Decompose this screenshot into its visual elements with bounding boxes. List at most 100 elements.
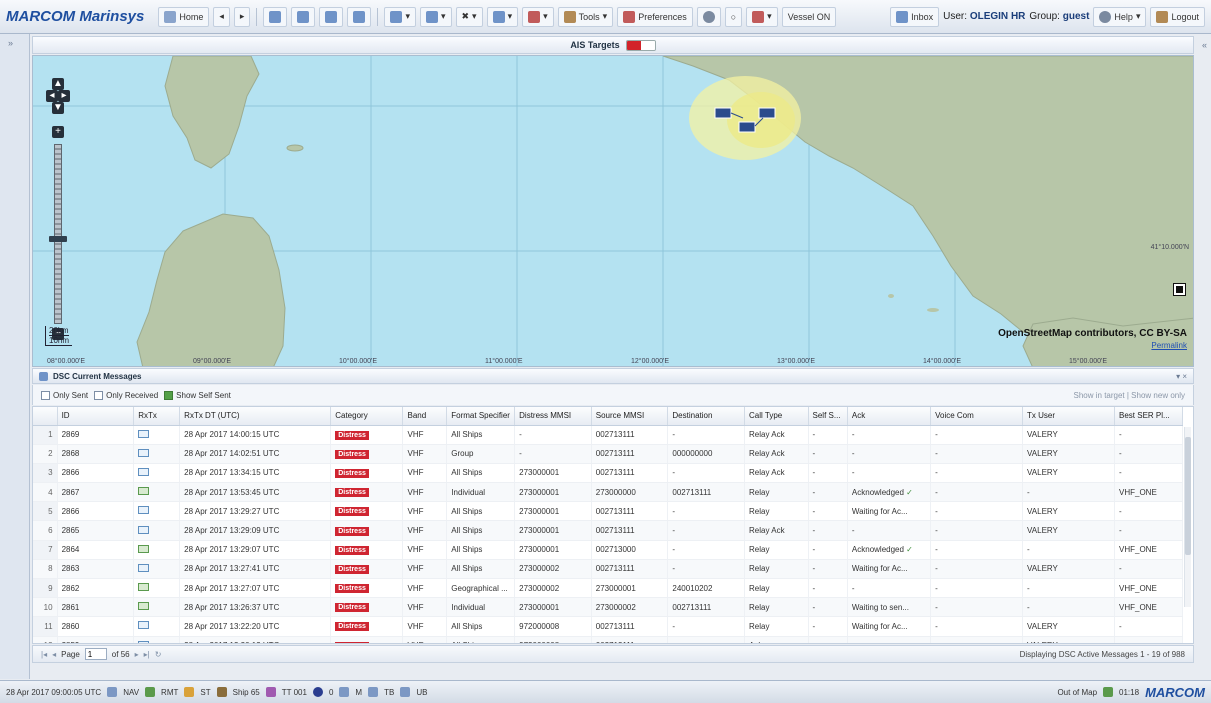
status-item[interactable]: Ship 65	[233, 688, 260, 697]
id-cell: 2861	[57, 597, 135, 618]
help-button[interactable]: Help ▾	[1093, 6, 1147, 27]
column-header[interactable]: Band	[402, 407, 448, 426]
zoom-slider-handle[interactable]	[49, 236, 67, 242]
table-row[interactable]: 2 2868 28 Apr 2017 14:02:51 UTC Distress VHF…	[33, 444, 1183, 464]
zoom-control: ▲ ◂ ▸ ▼ + −	[46, 78, 70, 348]
column-header[interactable]: RxTx DT (UTC)	[179, 407, 332, 426]
grid-icon	[297, 10, 310, 23]
grid-scrollbar-thumb[interactable]	[1185, 437, 1191, 555]
column-header[interactable]: Category	[330, 407, 404, 426]
logout-button[interactable]: Logout	[1150, 6, 1205, 27]
column-header[interactable]: RxTx	[133, 407, 181, 426]
table-row[interactable]: 122859 28 Apr 2017 13:20:13 UTCDistress VH…	[33, 636, 1183, 643]
show-self-sent-checkbox[interactable]: Show Self Sent	[164, 390, 231, 400]
pan-up-icon[interactable]: ▲	[52, 78, 64, 90]
status-item[interactable]: 0	[329, 688, 333, 697]
lon-label: 15°00.000'E	[1069, 358, 1108, 365]
pan-left-icon[interactable]: ◂	[46, 90, 58, 102]
status-item[interactable]: TB	[384, 688, 394, 697]
status-item[interactable]: ST	[200, 688, 210, 697]
table-row[interactable]: 10 2861 28 Apr 2017 13:26:37 UTC Distress VH…	[33, 597, 1183, 618]
vessel-button[interactable]: Vessel ON	[781, 6, 837, 27]
back-button[interactable]: ◂	[213, 6, 230, 27]
select-tool-button[interactable]	[263, 6, 288, 27]
grid-scrollbar[interactable]	[1184, 427, 1191, 607]
column-header[interactable]: Best SER Pl...	[1114, 407, 1183, 426]
ack-cell: Waiting for Ac...	[847, 501, 932, 522]
column-header[interactable]: Source MMSI	[591, 407, 669, 426]
last-page-icon[interactable]: ▸|	[144, 650, 150, 659]
refresh-button[interactable]: ○	[724, 6, 743, 27]
dmmsi-cell: 273000001	[514, 463, 592, 484]
column-header[interactable]: Distress MMSI	[514, 407, 592, 426]
next-page-icon[interactable]: ▸	[135, 650, 139, 659]
table-row[interactable]: 3 2866 28 Apr 2017 13:34:15 UTC Distress VHF…	[33, 463, 1183, 484]
refresh-grid-icon[interactable]: ↻	[155, 650, 162, 659]
permalink-link[interactable]: Permalink	[998, 341, 1187, 350]
column-header[interactable]: Call Type	[744, 407, 809, 426]
chart-button[interactable]: ▾	[384, 6, 416, 27]
page-number-input[interactable]	[84, 648, 107, 660]
table-row[interactable]: 1 2869 28 Apr 2017 14:00:15 UTC Distress VHF…	[33, 425, 1183, 445]
dest-cell: -	[667, 520, 746, 541]
dest-cell: -	[667, 463, 746, 484]
map-view[interactable]: ▲ ◂ ▸ ▼ + − 20km 10nm 41°10.000'N OpenSt…	[32, 55, 1194, 367]
dest-cell: -	[667, 501, 746, 522]
inbox-button[interactable]: Inbox	[890, 6, 940, 27]
preferences-button[interactable]: Preferences	[617, 6, 693, 27]
prev-page-icon[interactable]: ◂	[52, 650, 56, 659]
zoom-slider-track[interactable]	[54, 144, 62, 324]
route-button[interactable]: ▾	[419, 6, 452, 27]
tools-menu-button[interactable]: Tools ▾	[557, 6, 614, 27]
table-row[interactable]: 5 2866 28 Apr 2017 13:29:27 UTC Distress VHF…	[33, 501, 1183, 522]
table-row[interactable]: 9 2862 28 Apr 2017 13:27:07 UTC Distress VHF…	[33, 578, 1183, 599]
status-item[interactable]: NAV	[123, 688, 139, 697]
status-item[interactable]: RMT	[161, 688, 178, 697]
east-panel-expand-icon[interactable]: «	[1202, 40, 1207, 50]
first-page-icon[interactable]: |◂	[41, 650, 47, 659]
lock-button[interactable]	[696, 6, 721, 27]
map-stop-button[interactable]	[1173, 283, 1186, 296]
home-button[interactable]: Home	[158, 6, 210, 27]
table-row[interactable]: 4 2867 28 Apr 2017 13:53:45 UTC Distress VHF…	[33, 482, 1183, 503]
dsc-right-tools[interactable]: Show in target | Show new only	[1074, 391, 1185, 400]
marker-button[interactable]: ▾	[522, 6, 554, 27]
ais-toggle[interactable]	[625, 39, 656, 51]
pan-right-icon[interactable]: ▸	[58, 90, 70, 102]
zoom-in-button[interactable]: +	[52, 126, 64, 138]
only-sent-checkbox[interactable]: Only Sent	[41, 390, 88, 400]
table-row[interactable]: 6 2865 28 Apr 2017 13:29:09 UTC Distress VHF…	[33, 520, 1183, 541]
pan-control[interactable]: ▲ ◂ ▸ ▼	[46, 78, 70, 114]
column-header[interactable]: Format Specifier	[446, 407, 516, 426]
band-cell: VHF	[402, 501, 448, 522]
table-row[interactable]: 11 2860 28 Apr 2017 13:22:20 UTC Distress VH…	[33, 616, 1183, 637]
column-header[interactable]: Ack	[847, 407, 932, 426]
status-item[interactable]: M	[355, 688, 362, 697]
dsc-panel-collapse-icon[interactable]: ▾ ×	[1176, 372, 1187, 381]
grid-tool-button[interactable]	[291, 6, 316, 27]
column-header[interactable]: Tx User	[1022, 407, 1115, 426]
voice-cell: -	[930, 520, 1024, 541]
table-row[interactable]: 8 2863 28 Apr 2017 13:27:41 UTC Distress VHF…	[33, 559, 1183, 580]
status-item[interactable]: TT 001	[282, 688, 307, 697]
status-item[interactable]: UB	[416, 688, 427, 697]
forward-button[interactable]: ▸	[233, 6, 251, 27]
cursor-mode-button[interactable]: ✖ ▾	[455, 6, 483, 27]
column-header[interactable]: Voice Com	[930, 407, 1024, 426]
ser-cell: -	[1114, 501, 1183, 522]
target-button[interactable]: ▾	[486, 6, 519, 27]
west-panel-collapsed[interactable]: »	[0, 34, 30, 679]
expand-icon[interactable]: »	[8, 38, 13, 48]
dt-cell: 28 Apr 2017 13:29:07 UTC	[179, 540, 332, 560]
measure-tool-button[interactable]	[319, 6, 344, 27]
pan-down-icon[interactable]: ▼	[52, 102, 64, 114]
column-header[interactable]: Destination	[667, 407, 746, 426]
table-row[interactable]: 7 2864 28 Apr 2017 13:29:07 UTC Distress VHF…	[33, 540, 1183, 560]
alarm-button[interactable]: ▾	[746, 6, 778, 27]
fmt-cell: All Ships	[446, 559, 516, 580]
column-header[interactable]: ID	[57, 407, 135, 426]
column-header[interactable]: Self S...	[808, 407, 848, 426]
category-badge: Distress	[335, 526, 369, 536]
only-received-checkbox[interactable]: Only Received	[94, 390, 158, 400]
layers-button[interactable]	[347, 6, 372, 27]
